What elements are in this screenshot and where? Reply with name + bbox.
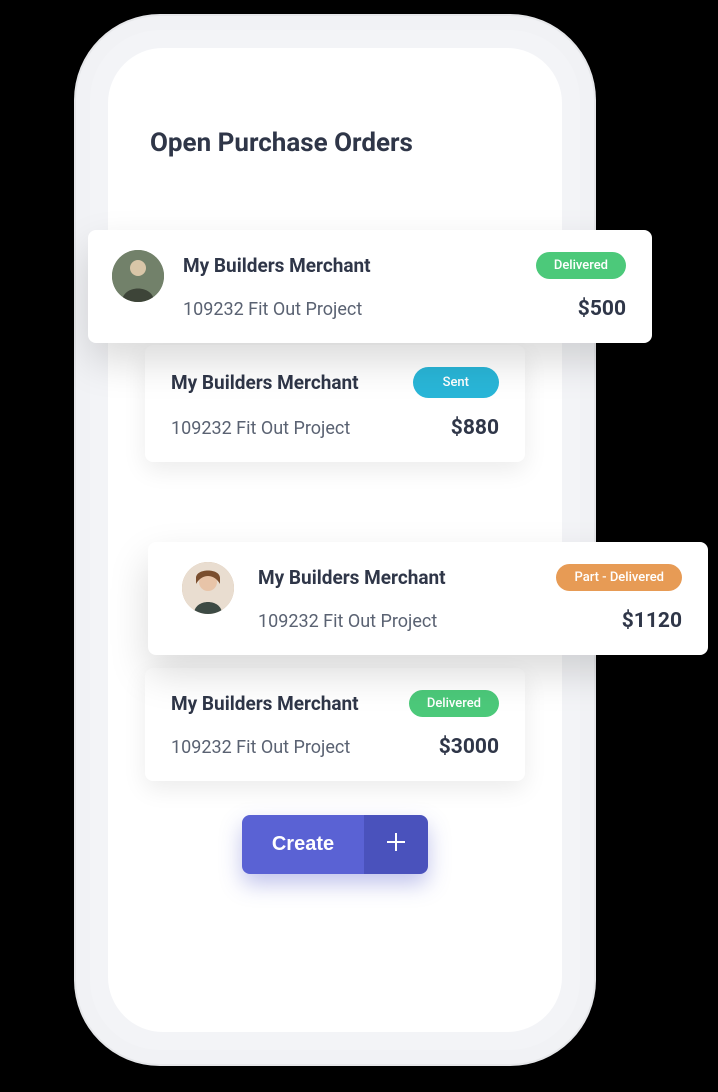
order-header-row: My Builders Merchant Delivered xyxy=(183,252,626,279)
order-card[interactable]: My Builders Merchant Delivered 109232 Fi… xyxy=(145,668,525,781)
order-amount: $1120 xyxy=(622,609,682,633)
avatar xyxy=(182,562,234,614)
order-card[interactable]: My Builders Merchant Sent 109232 Fit Out… xyxy=(145,345,525,462)
order-amount: $500 xyxy=(578,297,626,321)
order-card[interactable]: My Builders Merchant Part - Delivered 10… xyxy=(148,542,708,655)
status-badge: Sent xyxy=(413,367,499,398)
project-name: 109232 Fit Out Project xyxy=(171,737,350,758)
project-name: 109232 Fit Out Project xyxy=(171,418,350,439)
order-header-row: My Builders Merchant Sent xyxy=(171,367,499,398)
order-detail-row: 109232 Fit Out Project $3000 xyxy=(171,735,499,759)
create-button-group: Create xyxy=(242,815,428,874)
plus-icon xyxy=(384,828,408,862)
order-detail-row: 109232 Fit Out Project $500 xyxy=(183,297,626,321)
create-plus-button[interactable] xyxy=(364,815,428,874)
order-detail-row: 109232 Fit Out Project $880 xyxy=(171,416,499,440)
merchant-name: My Builders Merchant xyxy=(171,692,359,715)
order-header-row: My Builders Merchant Delivered xyxy=(171,690,499,717)
merchant-name: My Builders Merchant xyxy=(258,566,446,589)
create-button[interactable]: Create xyxy=(242,815,364,874)
order-card[interactable]: My Builders Merchant Delivered 109232 Fi… xyxy=(88,230,652,343)
order-header-row: My Builders Merchant Part - Delivered xyxy=(258,564,682,591)
order-amount: $880 xyxy=(451,416,499,440)
project-name: 109232 Fit Out Project xyxy=(183,299,362,320)
page-title: Open Purchase Orders xyxy=(150,128,413,158)
status-badge: Delivered xyxy=(409,690,499,717)
merchant-name: My Builders Merchant xyxy=(183,254,371,277)
status-badge: Delivered xyxy=(536,252,626,279)
order-amount: $3000 xyxy=(439,735,499,759)
phone-frame: Open Purchase Orders My Builders Merchan… xyxy=(90,30,580,1050)
screen: Open Purchase Orders My Builders Merchan… xyxy=(108,48,562,1032)
avatar xyxy=(112,250,164,302)
merchant-name: My Builders Merchant xyxy=(171,371,359,394)
order-detail-row: 109232 Fit Out Project $1120 xyxy=(258,609,682,633)
project-name: 109232 Fit Out Project xyxy=(258,611,437,632)
status-badge: Part - Delivered xyxy=(556,564,682,591)
